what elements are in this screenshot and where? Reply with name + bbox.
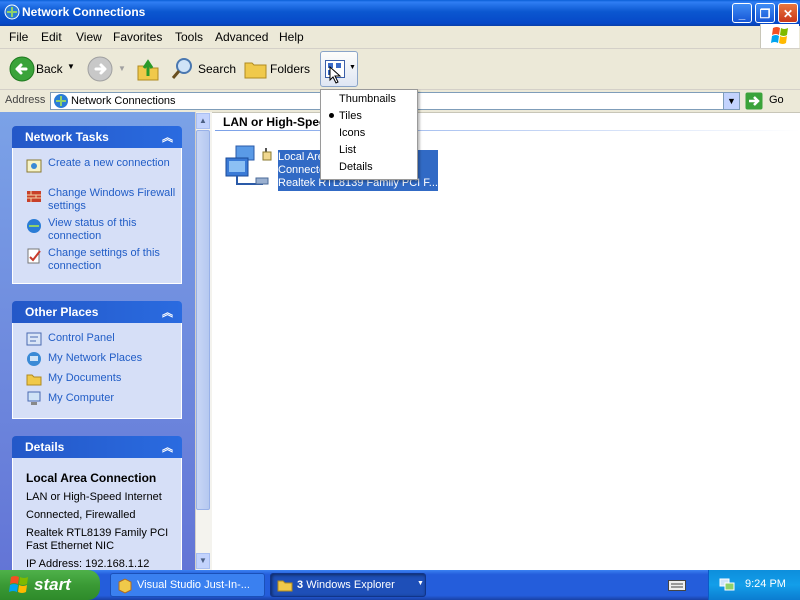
- other-places-panel: Control Panel My Network Places My Docum…: [12, 323, 182, 419]
- task-group-count: 3: [297, 579, 304, 591]
- menu-favorites[interactable]: Favorites: [113, 30, 162, 44]
- network-connections-icon: [4, 4, 20, 20]
- menu-item-icons[interactable]: Icons: [339, 127, 365, 139]
- folders-button[interactable]: Folders: [240, 54, 312, 84]
- menu-item-thumbnails[interactable]: Thumbnails: [339, 93, 396, 105]
- task-group-dropdown-icon: ▼: [417, 580, 424, 587]
- my-computer-icon: [27, 391, 41, 405]
- task-label: Visual Studio Just-In-...: [137, 579, 250, 591]
- go-button[interactable]: Go: [745, 92, 795, 110]
- details-title: Details: [25, 440, 65, 454]
- keyboard-icon[interactable]: [668, 578, 686, 592]
- other-places-header[interactable]: Other Places ︽: [12, 301, 182, 323]
- menu-item-tiles[interactable]: Tiles: [339, 110, 362, 122]
- system-tray: 9:24 PM: [708, 570, 800, 600]
- lan-connection-icon: [225, 145, 272, 185]
- views-button[interactable]: ▼: [320, 51, 358, 87]
- my-documents-icon: [26, 374, 42, 386]
- explorer-folder-icon: [277, 580, 293, 592]
- views-menu: Thumbnails Tiles Icons List Details: [320, 89, 418, 180]
- network-tray-icon[interactable]: [719, 576, 735, 592]
- windows-flag-icon: [771, 27, 788, 44]
- start-button[interactable]: start: [0, 570, 100, 600]
- my-computer-link[interactable]: My Computer: [48, 392, 178, 405]
- network-tasks-header[interactable]: Network Tasks ︽: [12, 126, 182, 148]
- up-folder-icon[interactable]: [136, 56, 160, 82]
- my-network-places-link[interactable]: My Network Places: [48, 352, 178, 365]
- search-label: Search: [198, 62, 237, 76]
- collapse-chevron-icon[interactable]: ︽: [162, 129, 173, 145]
- go-label: Go: [769, 94, 784, 106]
- menu-advanced[interactable]: Advanced: [215, 30, 268, 44]
- visual-studio-icon: [118, 578, 132, 594]
- close-button[interactable]: ✕: [778, 3, 798, 23]
- scroll-up-button[interactable]: ▲: [196, 113, 210, 129]
- minimize-button[interactable]: _: [732, 3, 752, 23]
- other-places-title: Other Places: [25, 305, 99, 319]
- menu-item-list[interactable]: List: [339, 144, 356, 156]
- menu-edit[interactable]: Edit: [41, 30, 62, 44]
- views-dropdown-icon: ▼: [349, 64, 356, 71]
- forward-dropdown-icon[interactable]: ▼: [118, 64, 126, 73]
- go-arrow-icon: [745, 92, 763, 110]
- taskbar-button-windows-explorer[interactable]: 3 Windows Explorer ▼: [270, 573, 426, 597]
- address-label: Address: [5, 94, 46, 106]
- back-dropdown-icon[interactable]: ▼: [67, 62, 75, 71]
- selected-bullet-icon: [329, 113, 334, 118]
- details-adapter: Realtek RTL8139 Family PCI Fast Ethernet…: [26, 527, 169, 552]
- windows-flag-icon: [9, 576, 28, 593]
- address-value: Network Connections: [71, 95, 176, 107]
- change-settings-link[interactable]: Change settings of this connection: [48, 247, 178, 273]
- group-header: LAN or High-Spee: [223, 115, 326, 129]
- details-status: Connected, Firewalled: [26, 509, 136, 521]
- restore-button[interactable]: ❐: [755, 3, 775, 23]
- task-label: Windows Explorer: [306, 579, 395, 591]
- scroll-down-button[interactable]: ▼: [196, 553, 210, 569]
- scroll-thumb[interactable]: [196, 130, 210, 510]
- back-label: Back: [36, 62, 63, 76]
- network-tasks-panel: Create a new connection Change Windows F…: [12, 148, 182, 284]
- new-connection-icon: [26, 159, 42, 173]
- mouse-cursor-icon: [329, 66, 342, 84]
- view-status-icon: [27, 219, 41, 233]
- address-dropdown-button[interactable]: ▼: [723, 92, 740, 110]
- menu-file[interactable]: File: [9, 30, 28, 44]
- taskbar-button-visual-studio[interactable]: Visual Studio Just-In-...: [110, 573, 265, 597]
- details-panel: Local Area Connection LAN or High-Speed …: [12, 458, 182, 570]
- search-button[interactable]: Search: [165, 54, 237, 84]
- window-title: Network Connections: [22, 5, 146, 19]
- start-label: start: [34, 575, 71, 594]
- collapse-chevron-icon[interactable]: ︽: [162, 304, 173, 320]
- change-settings-icon: [27, 248, 41, 264]
- forward-button[interactable]: ▼: [86, 56, 126, 84]
- details-name: Local Area Connection: [26, 471, 157, 485]
- view-status-link[interactable]: View status of this connection: [48, 217, 178, 243]
- details-type: LAN or High-Speed Internet: [26, 491, 162, 503]
- menu-tools[interactable]: Tools: [175, 30, 203, 44]
- control-panel-link[interactable]: Control Panel: [48, 332, 178, 345]
- change-firewall-settings-link[interactable]: Change Windows Firewall settings: [48, 187, 178, 213]
- group-divider: [215, 130, 800, 131]
- network-connections-icon: [54, 94, 68, 108]
- forward-arrow-icon: [87, 56, 113, 82]
- clock[interactable]: 9:24 PM: [745, 578, 786, 590]
- collapse-chevron-icon[interactable]: ︽: [162, 439, 173, 455]
- network-places-icon: [27, 352, 41, 366]
- menu-view[interactable]: View: [76, 30, 102, 44]
- details-header[interactable]: Details ︽: [12, 436, 182, 458]
- back-button[interactable]: Back ▼: [6, 54, 88, 84]
- network-tasks-title: Network Tasks: [25, 130, 109, 144]
- my-documents-link[interactable]: My Documents: [48, 372, 178, 385]
- menu-help[interactable]: Help: [279, 30, 304, 44]
- folders-label: Folders: [270, 62, 311, 76]
- windows-logo: [760, 24, 799, 48]
- search-icon: [171, 58, 192, 79]
- back-arrow-icon: [9, 56, 35, 82]
- menu-item-details[interactable]: Details: [339, 161, 373, 173]
- firewall-icon: [27, 191, 41, 202]
- folders-icon: [244, 62, 267, 79]
- create-new-connection-link[interactable]: Create a new connection: [48, 157, 178, 170]
- control-panel-icon: [26, 332, 42, 346]
